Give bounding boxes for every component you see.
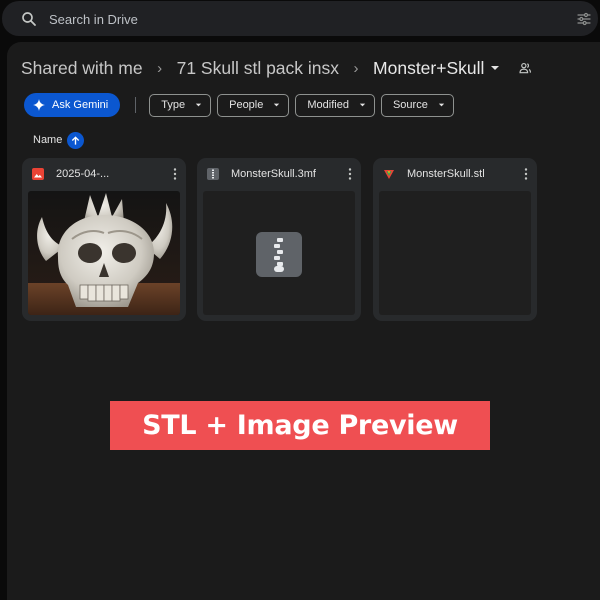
filter-chip-label: Modified: [307, 99, 349, 111]
file-card[interactable]: 2025-04-...: [22, 158, 186, 321]
caret-down-icon: [195, 101, 203, 109]
shared-people-icon[interactable]: [518, 61, 532, 75]
filter-chip-label: Source: [392, 99, 428, 111]
file-card-header: MonsterSkull.stl: [373, 158, 537, 191]
arrow-up-icon: [72, 135, 80, 145]
filter-divider: [135, 97, 137, 113]
zip-file-icon: [207, 168, 219, 180]
stl-file-icon: [384, 170, 394, 179]
skull-render-image: [28, 191, 180, 315]
gemini-sparkle-icon: [33, 99, 45, 111]
breadcrumb-separator: ›: [157, 59, 163, 77]
filter-chip-modified[interactable]: Modified: [295, 93, 375, 117]
more-options-icon[interactable]: [524, 168, 528, 180]
file-name: MonsterSkull.stl: [407, 168, 485, 180]
banner-text: STL + Image Preview: [142, 410, 458, 441]
image-file-icon: [32, 168, 44, 180]
file-card[interactable]: MonsterSkull.3mf: [197, 158, 361, 321]
breadcrumb: Shared with me › 71 Skull stl pack insx …: [21, 56, 532, 80]
filter-bar: Ask Gemini Type People Modified Source: [24, 93, 460, 117]
search-input[interactable]: [49, 10, 529, 28]
filter-chip-label: People: [229, 99, 264, 111]
filter-chip-people[interactable]: People: [217, 93, 290, 117]
filter-chip-label: Type: [161, 99, 186, 111]
breadcrumb-item-shared[interactable]: Shared with me: [21, 58, 143, 79]
breadcrumb-separator: ›: [353, 59, 359, 77]
ask-gemini-label: Ask Gemini: [52, 99, 109, 111]
more-options-icon[interactable]: [173, 168, 177, 180]
filter-chip-source[interactable]: Source: [380, 93, 454, 117]
caret-down-icon[interactable]: [490, 65, 504, 71]
caret-down-icon: [438, 101, 446, 109]
file-thumbnail: [379, 191, 531, 315]
file-card[interactable]: MonsterSkull.stl: [373, 158, 537, 321]
main-panel: Shared with me › 71 Skull stl pack insx …: [7, 42, 600, 600]
file-card-header: MonsterSkull.3mf: [197, 158, 361, 191]
sort-direction-button[interactable]: [67, 131, 85, 149]
file-thumbnail: [203, 191, 355, 315]
sort-control[interactable]: Name: [33, 131, 85, 149]
search-icon[interactable]: [20, 10, 38, 28]
sort-label: Name: [33, 134, 63, 146]
breadcrumb-item-pack[interactable]: 71 Skull stl pack insx: [177, 58, 339, 79]
breadcrumb-item-current[interactable]: Monster+Skull: [373, 58, 484, 79]
filter-chip-type[interactable]: Type: [149, 93, 212, 117]
more-options-icon[interactable]: [348, 168, 352, 180]
archive-icon: [256, 232, 302, 277]
search-bar[interactable]: [2, 1, 598, 36]
file-card-header: 2025-04-...: [22, 158, 186, 191]
caret-down-icon: [359, 101, 367, 109]
file-thumbnail: [28, 191, 180, 315]
overlay-banner: STL + Image Preview: [110, 401, 490, 450]
ask-gemini-button[interactable]: Ask Gemini: [24, 93, 121, 117]
caret-down-icon: [273, 101, 281, 109]
search-options-icon[interactable]: [576, 11, 592, 27]
file-name: MonsterSkull.3mf: [231, 168, 316, 180]
file-name: 2025-04-...: [56, 168, 110, 180]
